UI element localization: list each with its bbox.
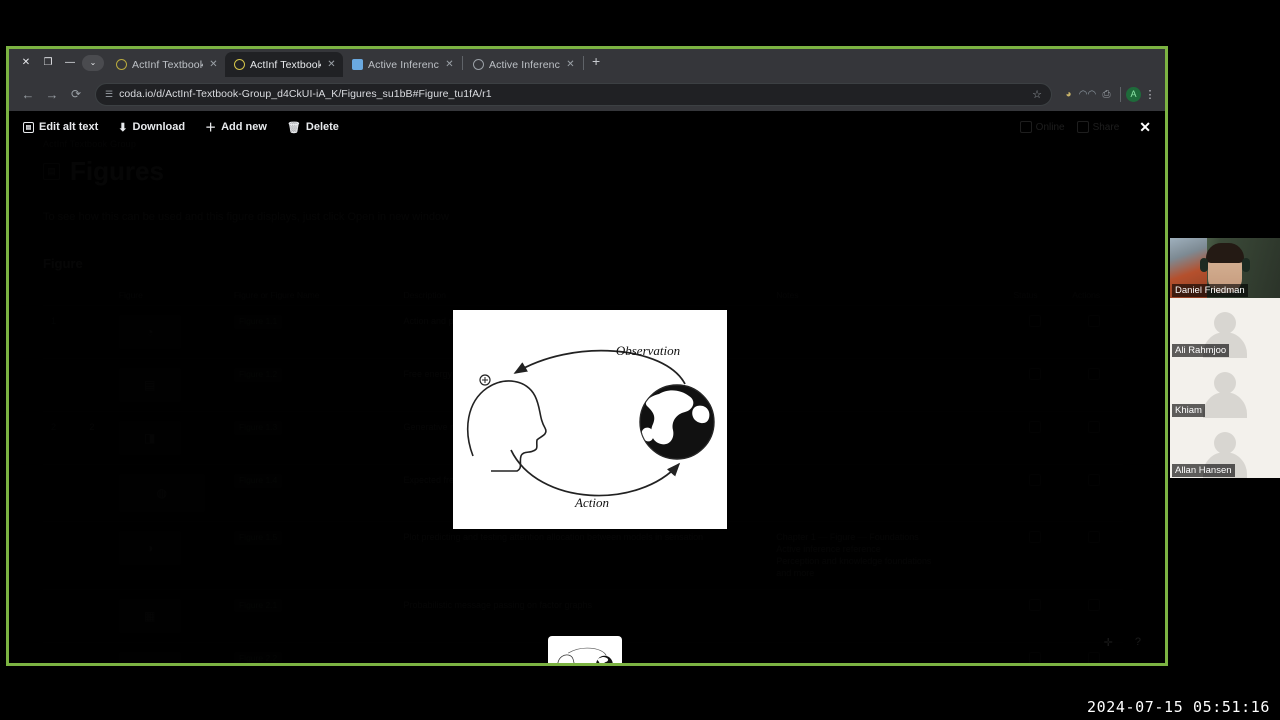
video-participants-rail: Daniel Friedman Ali Rahmjoo Khiam Allan … [1170, 238, 1280, 478]
trash-icon: 🗑 [286, 121, 301, 134]
tab-strip: ✕ ❐ — ⌄ ActInf Textbook Group ✕ ActInf T… [9, 49, 1165, 77]
tab-title: Active Inference [489, 58, 560, 71]
tab-divider [462, 56, 463, 70]
recording-timestamp: 2024-07-15 05:51:16 [1087, 698, 1270, 716]
browser-window: ✕ ❐ — ⌄ ActInf Textbook Group ✕ ActInf T… [9, 49, 1165, 663]
profile-avatar[interactable]: A [1126, 86, 1141, 102]
site-settings-icon[interactable]: ☰ [105, 89, 113, 99]
edit-alt-text-label: Edit alt text [39, 121, 99, 133]
navigation-bar: ← → ⟳ ☰ coda.io/d/ActInf-Textbook-Group_… [9, 77, 1165, 111]
tab-divider [583, 56, 584, 70]
presence-button[interactable]: Online [1019, 121, 1065, 133]
presence-label: Online [1035, 121, 1065, 133]
reload-icon[interactable]: ⟳ [65, 83, 87, 105]
chrome-menu-icon[interactable]: ⋮ [1143, 88, 1157, 101]
action-label: Action [574, 495, 609, 510]
participant-tile-ali-rahmjoo[interactable]: Ali Rahmjoo [1170, 298, 1280, 358]
glasses-icon[interactable]: ◠◠ [1079, 86, 1096, 103]
minimize-window-icon[interactable]: — [60, 53, 80, 73]
edit-alt-text-button[interactable]: ▤ Edit alt text [23, 121, 98, 133]
tab-title: ActInf Textbook Group [250, 58, 321, 71]
delete-label: Delete [305, 121, 339, 133]
extension-puzzle-icon[interactable]: ◕ [1060, 86, 1077, 103]
browser-tab-4[interactable]: Active Inference ✕ [464, 52, 582, 77]
figure-filmstrip-thumbnail[interactable] [548, 636, 622, 663]
toolbar-divider [1120, 86, 1121, 102]
figure-lightbox-image[interactable]: Observation Action [453, 310, 727, 529]
chevron-down-icon[interactable]: ⌄ [82, 55, 104, 71]
close-tab-icon[interactable]: ✕ [326, 59, 337, 70]
participant-name: Allan Hansen [1172, 464, 1235, 477]
alt-text-icon: ▤ [23, 121, 34, 133]
participant-tile-allan-hansen[interactable]: Allan Hansen [1170, 418, 1280, 478]
screen-share-frame: ✕ ❐ — ⌄ ActInf Textbook Group ✕ ActInf T… [6, 46, 1168, 666]
close-tab-icon[interactable]: ✕ [565, 59, 576, 70]
participant-tile-daniel-friedman[interactable]: Daniel Friedman [1170, 238, 1280, 298]
participant-name: Ali Rahmjoo [1172, 344, 1230, 357]
observation-label: Observation [616, 343, 680, 358]
participant-tile-khiam[interactable]: Khiam [1170, 358, 1280, 418]
close-window-icon[interactable]: ✕ [16, 53, 36, 73]
url-text: coda.io/d/ActInf-Textbook-Group_d4CkUI-i… [119, 88, 492, 100]
participant-name: Daniel Friedman [1172, 284, 1248, 297]
new-tab-button[interactable]: + [585, 53, 607, 69]
forward-icon[interactable]: → [41, 83, 63, 105]
delete-button[interactable]: 🗑 Delete [287, 121, 339, 134]
add-new-button[interactable]: ＋ Add new [205, 119, 267, 135]
maximize-window-icon[interactable]: ❐ [38, 53, 58, 73]
coda-favicon-icon [234, 59, 245, 70]
download-button[interactable]: ⬇ Download [118, 121, 185, 134]
back-icon[interactable]: ← [17, 83, 39, 105]
globe-favicon-icon [473, 59, 484, 70]
lightbox-corner-controls: ✛ ? [1104, 636, 1141, 649]
headphone-left-icon [1200, 258, 1208, 272]
share-icon [1076, 121, 1089, 133]
share-button[interactable]: Share [1076, 121, 1120, 133]
window-controls: ✕ ❐ — ⌄ [13, 49, 107, 77]
share-label: Share [1092, 121, 1120, 133]
perception-action-loop-diagram: Observation Action [466, 343, 715, 510]
plus-icon: ＋ [205, 122, 217, 134]
close-lightbox-button[interactable]: ✕ [1139, 119, 1151, 136]
tab-title: Active Inference for the [368, 58, 439, 71]
add-new-label: Add new [221, 121, 267, 133]
tab-title: ActInf Textbook Group [132, 58, 203, 71]
lightbox-toolbar: ▤ Edit alt text ⬇ Download ＋ Add new 🗑 D… [9, 111, 1165, 143]
browser-tab-3[interactable]: Active Inference for the ✕ [343, 52, 461, 77]
help-icon[interactable]: ? [1135, 636, 1141, 649]
browser-tab-1[interactable]: ActInf Textbook Group ✕ [107, 52, 225, 77]
perception-action-loop-thumb [557, 647, 613, 663]
address-bar[interactable]: ☰ coda.io/d/ActInf-Textbook-Group_d4CkUI… [95, 82, 1052, 106]
hair-shape [1206, 243, 1244, 263]
add-comment-icon[interactable]: ✛ [1104, 636, 1113, 649]
site-favicon-icon [352, 59, 363, 70]
download-label: Download [132, 121, 186, 133]
participant-name: Khiam [1172, 404, 1205, 417]
close-tab-icon[interactable]: ✕ [444, 59, 455, 70]
bookmark-star-icon[interactable]: ☆ [1032, 88, 1042, 101]
browser-tab-2[interactable]: ActInf Textbook Group ✕ [225, 52, 343, 77]
presence-icon [1019, 121, 1032, 133]
globe-icon [640, 385, 714, 459]
lightbox-toolbar-right: Online Share ✕ [1019, 119, 1151, 136]
cast-icon[interactable]: ⎙ [1098, 86, 1115, 103]
headphone-right-icon [1242, 258, 1250, 272]
download-icon: ⬇ [118, 121, 128, 134]
close-tab-icon[interactable]: ✕ [208, 59, 219, 70]
coda-favicon-icon [116, 59, 127, 70]
page-viewport: ActInf Textbook Group ▤ Figures To see h… [9, 111, 1165, 663]
